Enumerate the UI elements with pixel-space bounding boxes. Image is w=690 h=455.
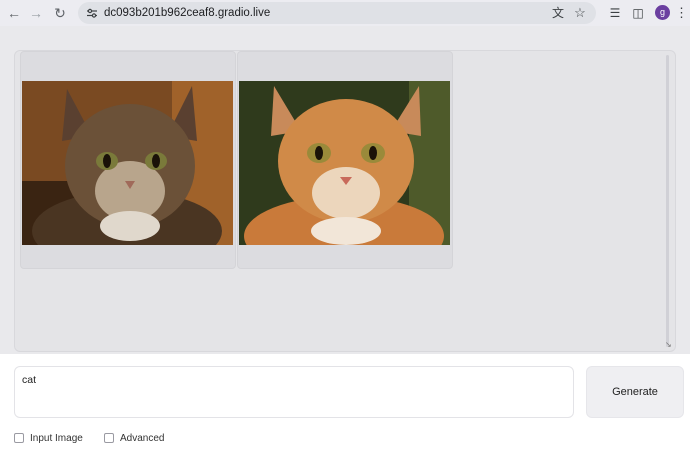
resize-handle-icon[interactable]: ↘ [665,341,673,349]
tabby-cat-picture [22,81,233,245]
checkbox-box[interactable] [14,433,24,443]
tabby-cat-image[interactable] [22,81,233,245]
prompt-text: cat [22,374,37,386]
generate-button[interactable]: Generate [586,366,684,418]
input-image-label: Input Image [30,432,83,444]
side-panel-icon[interactable]: ◫ [629,4,647,22]
output-area: ↘ [0,26,690,354]
reading-list-icon[interactable]: ☰ [606,4,624,22]
checkbox-box[interactable] [104,433,114,443]
translate-icon[interactable]: 文 [550,5,566,21]
advanced-label: Advanced [120,432,165,444]
forward-arrow-icon[interactable]: → [27,4,45,22]
orange-cat-image[interactable] [239,81,450,245]
advanced-checkbox[interactable]: Advanced [104,431,164,445]
back-arrow-icon[interactable]: ← [5,4,23,22]
more-menu-icon[interactable]: ⋮ [675,4,688,22]
gallery-item[interactable] [20,51,236,269]
bookmark-star-icon[interactable]: ☆ [572,5,588,21]
reload-icon[interactable]: ↻ [51,4,69,22]
browser-toolbar: ← → ↻ dc093b201b962ceaf8.gradio.live 文 ☆… [0,0,690,26]
prompt-textarea[interactable]: cat [14,366,574,418]
orange-cat-picture [239,81,450,245]
input-image-checkbox[interactable]: Input Image [14,431,83,445]
address-bar[interactable]: dc093b201b962ceaf8.gradio.live 文 ☆ [78,2,596,24]
image-gallery: ↘ [14,50,676,352]
site-settings-icon[interactable] [86,7,98,19]
url-text[interactable]: dc093b201b962ceaf8.gradio.live [104,2,270,24]
gallery-item[interactable] [237,51,453,269]
gallery-scrollbar[interactable] [666,55,669,347]
profile-avatar[interactable]: g [655,5,670,20]
